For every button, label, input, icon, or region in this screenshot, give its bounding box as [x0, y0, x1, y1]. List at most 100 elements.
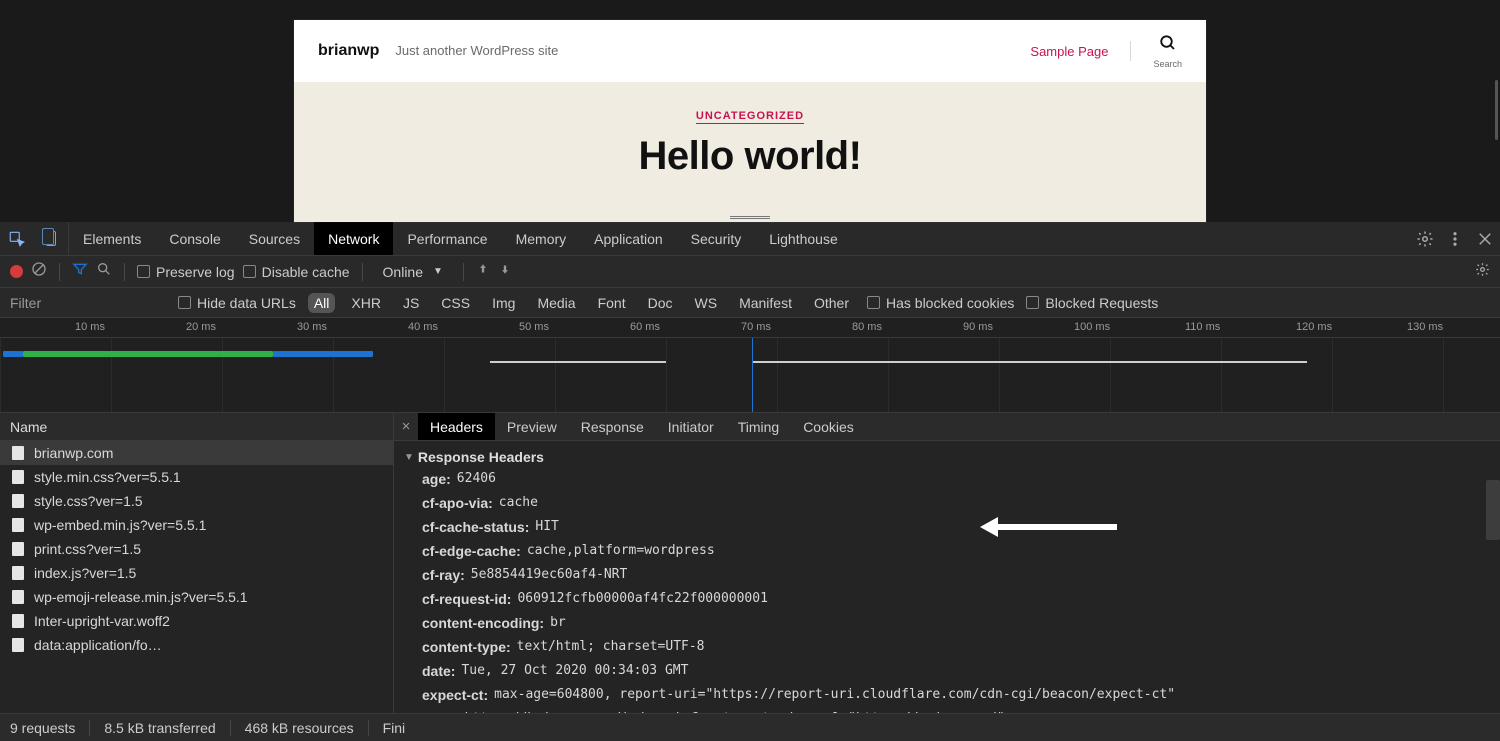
close-detail-icon[interactable]: × — [394, 413, 418, 440]
scrollbar[interactable] — [1495, 80, 1498, 140]
search-icon — [1159, 34, 1177, 57]
detail-tab-cookies[interactable]: Cookies — [791, 413, 866, 440]
response-header-row: cf-apo-via: cache — [400, 491, 1500, 515]
detail-tab-preview[interactable]: Preview — [495, 413, 569, 440]
settings-icon[interactable] — [1410, 230, 1440, 248]
clear-icon[interactable] — [31, 261, 47, 282]
timeline-tick: 90 ms — [963, 321, 993, 333]
column-header-name[interactable]: Name — [0, 413, 393, 441]
request-row[interactable]: Inter-upright-var.woff2 — [0, 609, 393, 633]
timeline-tick: 60 ms — [630, 321, 660, 333]
request-row[interactable]: print.css?ver=1.5 — [0, 537, 393, 561]
tab-sources[interactable]: Sources — [235, 222, 314, 255]
hide-data-urls-checkbox[interactable]: Hide data URLs — [178, 295, 296, 311]
filter-type-xhr[interactable]: XHR — [345, 293, 387, 313]
disable-cache-checkbox[interactable]: Disable cache — [243, 264, 350, 280]
device-toolbar-icon[interactable] — [34, 222, 68, 255]
request-name: wp-embed.min.js?ver=5.5.1 — [34, 517, 206, 533]
more-options-icon[interactable] — [1440, 230, 1470, 248]
post-title[interactable]: Hello world! — [639, 134, 862, 179]
request-row[interactable]: wp-embed.min.js?ver=5.5.1 — [0, 513, 393, 537]
tab-network[interactable]: Network — [314, 222, 393, 255]
tab-application[interactable]: Application — [580, 222, 677, 255]
timeline-tick: 20 ms — [186, 321, 216, 333]
search-icon[interactable] — [96, 261, 112, 282]
header-name: cf-cache-status: — [422, 519, 529, 535]
network-filter-bar: Filter Hide data URLs All XHR JS CSS Img Medi… — [0, 288, 1500, 318]
blocked-requests-checkbox[interactable]: Blocked Requests — [1026, 295, 1158, 311]
detail-tab-timing[interactable]: Timing — [726, 413, 792, 440]
devtools-tab-bar: ElementsConsoleSourcesNetworkPerformance… — [0, 222, 1500, 256]
file-icon — [12, 470, 24, 484]
preserve-log-checkbox[interactable]: Preserve log — [137, 264, 235, 280]
post-category[interactable]: UNCATEGORIZED — [696, 110, 804, 124]
tab-lighthouse[interactable]: Lighthouse — [755, 222, 852, 255]
request-row[interactable]: wp-emoji-release.min.js?ver=5.5.1 — [0, 585, 393, 609]
file-icon — [12, 542, 24, 556]
search-button[interactable]: Search — [1153, 34, 1182, 69]
request-row[interactable]: index.js?ver=1.5 — [0, 561, 393, 585]
request-row[interactable]: brianwp.com — [0, 441, 393, 465]
page-preview-area: brianwp Just another WordPress site Samp… — [0, 0, 1500, 222]
devtools-resize-handle[interactable] — [730, 216, 770, 219]
tab-elements[interactable]: Elements — [69, 222, 155, 255]
header-name: expect-ct: — [422, 687, 488, 703]
tab-console[interactable]: Console — [155, 222, 234, 255]
detail-tab-response[interactable]: Response — [569, 413, 656, 440]
detail-tab-headers[interactable]: Headers — [418, 413, 495, 440]
filter-type-media[interactable]: Media — [531, 293, 581, 313]
filter-type-all[interactable]: All — [308, 293, 336, 313]
timeline-tick: 120 ms — [1296, 321, 1332, 333]
inspect-element-icon[interactable] — [0, 222, 34, 255]
tab-security[interactable]: Security — [677, 222, 756, 255]
filter-type-js[interactable]: JS — [397, 293, 425, 313]
nav-link-sample-page[interactable]: Sample Page — [1030, 44, 1108, 59]
header-name: cf-apo-via: — [422, 495, 493, 511]
header-value: cache — [499, 495, 538, 511]
site-header: brianwp Just another WordPress site Samp… — [294, 20, 1206, 82]
response-headers-section[interactable]: ▼ Response Headers — [400, 447, 1500, 467]
response-header-row: cf-cache-status:HIT — [400, 515, 1500, 539]
request-row[interactable]: style.min.css?ver=5.5.1 — [0, 465, 393, 489]
throttling-select[interactable]: Online▼ — [375, 264, 451, 280]
chevron-down-icon: ▼ — [433, 266, 443, 277]
file-icon — [12, 566, 24, 580]
search-label: Search — [1153, 59, 1182, 69]
network-timeline[interactable]: 10 ms20 ms30 ms40 ms50 ms60 ms70 ms80 ms… — [0, 318, 1500, 413]
filter-type-font[interactable]: Font — [592, 293, 632, 313]
site-title[interactable]: brianwp — [318, 42, 379, 60]
request-row[interactable]: style.css?ver=1.5 — [0, 489, 393, 513]
filter-type-ws[interactable]: WS — [689, 293, 724, 313]
filter-type-doc[interactable]: Doc — [642, 293, 679, 313]
has-blocked-cookies-checkbox[interactable]: Has blocked cookies — [867, 295, 1014, 311]
upload-har-icon[interactable] — [476, 262, 490, 281]
scrollbar[interactable] — [1486, 480, 1500, 540]
header-name: cf-ray: — [422, 567, 465, 583]
separator — [1130, 41, 1131, 61]
status-finish: Fini — [383, 720, 406, 736]
response-header-row: cf-edge-cache:cache,platform=wordpress — [400, 539, 1500, 563]
filter-type-img[interactable]: Img — [486, 293, 521, 313]
request-row[interactable]: data:application/fo… — [0, 633, 393, 657]
filter-type-manifest[interactable]: Manifest — [733, 293, 798, 313]
request-list-column: Name brianwp.comstyle.min.css?ver=5.5.1s… — [0, 413, 394, 741]
devtools-panel: ElementsConsoleSourcesNetworkPerformance… — [0, 222, 1500, 741]
tab-performance[interactable]: Performance — [393, 222, 501, 255]
tab-memory[interactable]: Memory — [502, 222, 581, 255]
filter-type-other[interactable]: Other — [808, 293, 855, 313]
filter-input[interactable]: Filter — [10, 295, 166, 311]
site-tagline: Just another WordPress site — [395, 43, 558, 58]
request-name: print.css?ver=1.5 — [34, 541, 141, 557]
timeline-tick: 130 ms — [1407, 321, 1443, 333]
network-settings-icon[interactable] — [1475, 262, 1490, 282]
response-header-row: cf-request-id:060912fcfb00000af4fc22f000… — [400, 587, 1500, 611]
filter-icon[interactable] — [72, 261, 88, 282]
timeline-tick: 70 ms — [741, 321, 771, 333]
header-name: age: — [422, 471, 451, 487]
record-button[interactable] — [10, 265, 23, 278]
detail-tab-initiator[interactable]: Initiator — [656, 413, 726, 440]
filter-type-css[interactable]: CSS — [435, 293, 476, 313]
download-har-icon[interactable] — [498, 262, 512, 281]
file-icon — [12, 590, 24, 604]
close-devtools-icon[interactable] — [1470, 230, 1500, 248]
